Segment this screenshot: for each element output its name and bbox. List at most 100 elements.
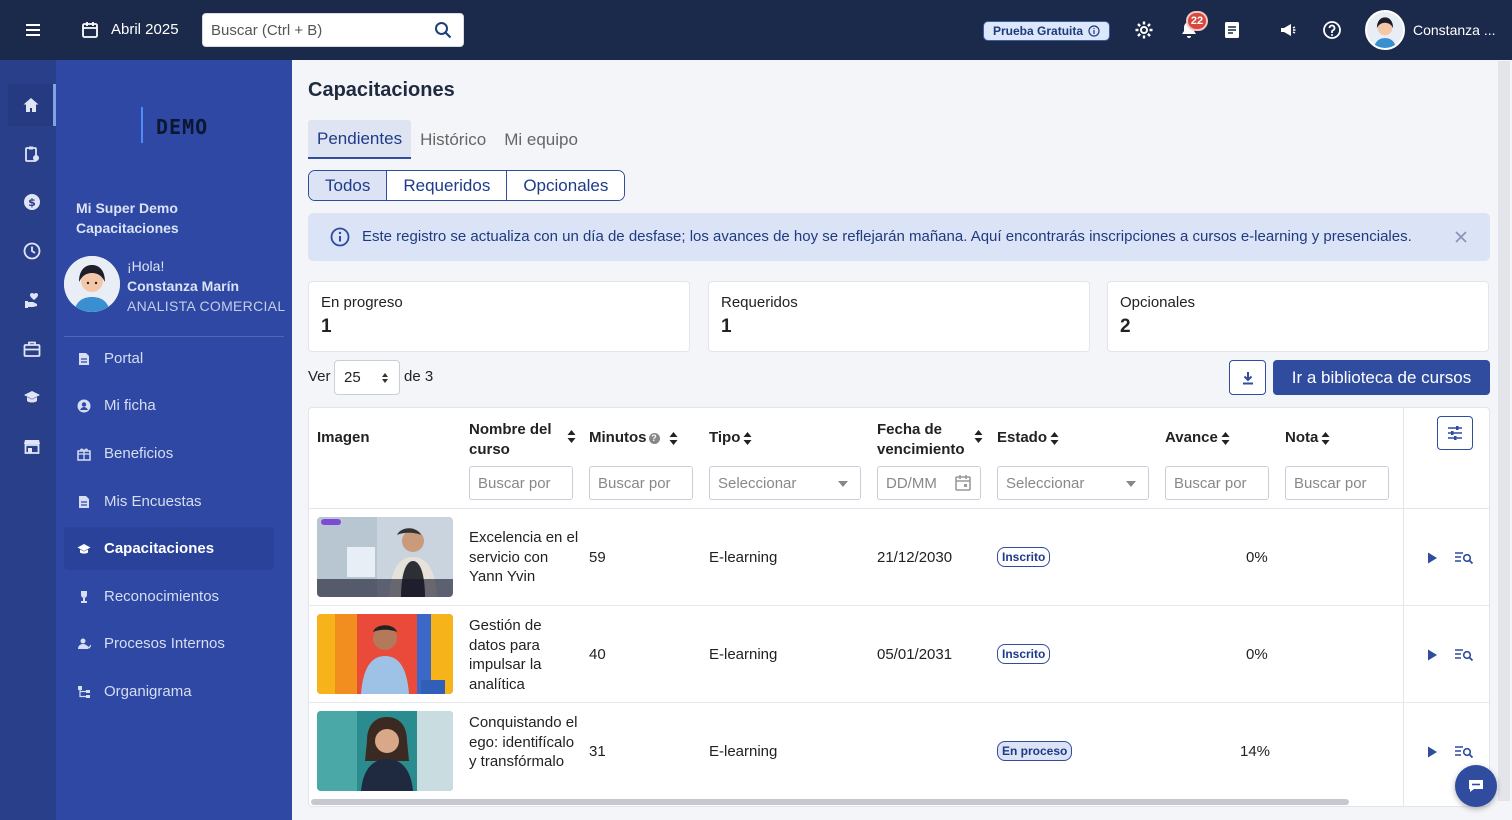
calendar-icon[interactable] <box>81 21 99 39</box>
document-icon <box>77 495 91 509</box>
sort-icon[interactable] <box>1221 431 1230 445</box>
stat-card-en-progreso: En progreso 1 <box>308 281 690 352</box>
chat-button[interactable] <box>1455 765 1497 807</box>
details-search-icon[interactable] <box>1455 551 1473 565</box>
sidebar-item-mis-encuestas[interactable]: Mis Encuestas <box>64 480 274 523</box>
play-icon[interactable] <box>1425 648 1439 662</box>
filter-grade-input[interactable]: Buscar por <box>1285 466 1389 500</box>
clock-icon[interactable] <box>8 230 56 272</box>
course-name[interactable]: Gestión de datos para impulsar la analít… <box>469 616 579 694</box>
course-library-button[interactable]: Ir a biblioteca de cursos <box>1273 360 1490 395</box>
column-header-name[interactable]: Nombre del curso <box>469 420 576 460</box>
dollar-icon[interactable]: $ <box>8 181 56 223</box>
search-icon[interactable] <box>434 21 452 39</box>
column-header-status[interactable]: Estado <box>997 428 1059 448</box>
stat-card-opcionales: Opcionales 2 <box>1107 281 1489 352</box>
table-row[interactable]: Excelencia en el servicio con Yann Yvin … <box>309 509 1489 606</box>
sort-icon[interactable] <box>743 431 752 445</box>
heart-hand-icon[interactable] <box>8 279 56 321</box>
news-icon[interactable] <box>1222 20 1242 40</box>
home-icon[interactable] <box>8 84 56 126</box>
table-row[interactable]: Conquistando el ego: identifícalo y tran… <box>309 703 1489 800</box>
user-circle-icon <box>77 399 91 413</box>
filter-due-date[interactable]: DD/MM <box>877 466 981 500</box>
filter-status-select[interactable]: Seleccionar <box>997 466 1149 500</box>
store-icon[interactable] <box>8 425 56 467</box>
courses-table: Imagen Nombre del curso Minutos? Tipo Fe… <box>308 407 1490 807</box>
course-minutes: 31 <box>589 743 606 760</box>
user-avatar[interactable] <box>1365 10 1405 50</box>
sidebar-item-beneficios[interactable]: Beneficios <box>64 432 274 475</box>
filter-progress-input[interactable]: Buscar por <box>1165 466 1269 500</box>
sort-icon[interactable] <box>1050 431 1059 445</box>
current-period[interactable]: Abril 2025 <box>111 21 179 38</box>
column-header-label: Avance <box>1165 429 1218 446</box>
column-header-grade[interactable]: Nota <box>1285 428 1330 448</box>
column-settings-button[interactable] <box>1437 416 1473 450</box>
column-header-due[interactable]: Fecha de vencimiento <box>877 420 983 460</box>
course-minutes: 59 <box>589 549 606 566</box>
select-value: Seleccionar <box>1006 475 1085 492</box>
filter-requeridos-button[interactable]: Requeridos <box>387 171 508 200</box>
sort-icon[interactable] <box>1321 431 1330 445</box>
user-role: ANALISTA COMERCIAL <box>127 298 286 314</box>
select-value: Seleccionar <box>718 475 797 492</box>
tab-mi-equipo[interactable]: Mi equipo <box>495 120 587 159</box>
toolbox-icon[interactable] <box>8 328 56 370</box>
status-badge: Inscrito <box>997 644 1051 664</box>
clipboard-icon[interactable] <box>8 133 56 175</box>
column-header-minutes[interactable]: Minutos? <box>589 428 699 448</box>
brand-logo: DEMO <box>156 115 209 139</box>
column-header-label: Minutos <box>589 429 647 446</box>
megaphone-icon[interactable] <box>1278 20 1298 40</box>
calendar-icon[interactable] <box>953 473 973 493</box>
sidebar-item-organigrama[interactable]: Organigrama <box>64 670 274 713</box>
sidebar-item-capacitaciones[interactable]: Capacitaciones <box>64 527 274 570</box>
user-process-icon <box>77 637 91 651</box>
menu-icon[interactable] <box>24 21 42 39</box>
column-header-progress[interactable]: Avance <box>1165 428 1230 448</box>
user-full-name: Constanza Marín <box>127 278 240 294</box>
filter-name-input[interactable]: Buscar por <box>469 466 573 500</box>
chat-bubble-icon <box>1467 777 1485 795</box>
table-row[interactable]: Gestión de datos para impulsar la analít… <box>309 606 1489 703</box>
filter-type-select[interactable]: Seleccionar <box>709 466 861 500</box>
global-search[interactable] <box>202 13 464 47</box>
sort-icon[interactable] <box>669 431 678 445</box>
horizontal-scrollbar[interactable] <box>311 799 1349 805</box>
page-size-select[interactable]: 25 <box>334 360 400 395</box>
page-title: Capacitaciones <box>308 79 455 101</box>
help-icon[interactable] <box>1322 20 1342 40</box>
course-due-date: 21/12/2030 <box>877 549 953 566</box>
tab-pendientes[interactable]: Pendientes <box>308 120 412 159</box>
filter-todos-button[interactable]: Todos <box>309 171 388 200</box>
tab-historico[interactable]: Histórico <box>411 120 495 159</box>
play-icon[interactable] <box>1425 745 1439 759</box>
filter-minutes-input[interactable]: Buscar por <box>589 466 693 500</box>
close-icon[interactable] <box>1454 230 1468 244</box>
details-search-icon[interactable] <box>1455 745 1473 759</box>
graduation-cap-icon[interactable] <box>8 376 56 418</box>
download-button[interactable] <box>1229 360 1266 395</box>
filter-opcionales-button[interactable]: Opcionales <box>507 171 625 200</box>
sort-icon[interactable] <box>567 430 576 443</box>
sidebar-item-portal[interactable]: Portal <box>64 337 274 380</box>
help-icon[interactable]: ? <box>648 432 660 444</box>
user-name[interactable]: Constanza ... <box>1413 22 1496 38</box>
trial-badge[interactable]: Prueba Gratuita <box>983 21 1111 41</box>
column-header-type[interactable]: Tipo <box>709 428 752 448</box>
sidebar-item-procesos-internos[interactable]: Procesos Internos <box>64 622 274 665</box>
course-thumbnail <box>317 614 453 694</box>
sidebar-item-reconocimientos[interactable]: Reconocimientos <box>64 575 274 618</box>
sort-icon[interactable] <box>974 430 983 443</box>
play-icon[interactable] <box>1425 551 1439 565</box>
search-input[interactable] <box>203 14 423 46</box>
svg-text:$: $ <box>28 196 36 209</box>
sidebar-item-mi-ficha[interactable]: Mi ficha <box>64 384 274 427</box>
stat-label: Requeridos <box>721 294 798 311</box>
vertical-scrollbar[interactable] <box>1498 61 1510 801</box>
gear-icon[interactable] <box>1134 20 1154 40</box>
course-name[interactable]: Conquistando el ego: identifícalo y tran… <box>469 713 579 772</box>
details-search-icon[interactable] <box>1455 648 1473 662</box>
course-name[interactable]: Excelencia en el servicio con Yann Yvin <box>469 528 579 587</box>
